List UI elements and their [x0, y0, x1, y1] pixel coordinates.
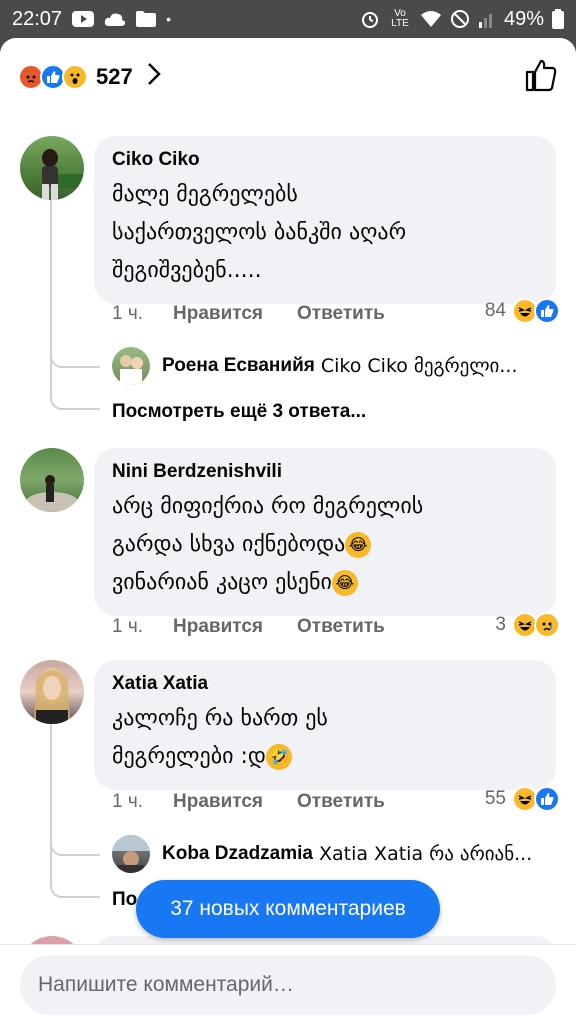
- comment-actions: 1 ч. Нравится Ответить: [112, 616, 385, 638]
- avatar[interactable]: [20, 448, 84, 512]
- reply-author[interactable]: Koba Dzadzamia: [162, 843, 313, 865]
- comment-time[interactable]: 1 ч.: [112, 303, 143, 325]
- reply-text: Xatia Xatia რა არიან...: [318, 843, 533, 865]
- reactions-header[interactable]: 527: [0, 38, 576, 116]
- view-more-replies[interactable]: Посмотреть ещё 3 ответа...: [112, 401, 366, 423]
- cloud-icon: [104, 13, 126, 26]
- comment-time[interactable]: 1 ч.: [112, 616, 143, 638]
- folder-icon: [136, 11, 157, 27]
- comment-line-text: გარდა სხვა იქნებოდა￼: [112, 532, 346, 557]
- laughing-emoji-icon: 😂: [331, 570, 358, 596]
- comment-text: კალოჩე რა ხართ ეს მეგრელები :დ 🤣: [112, 700, 538, 776]
- comment-line: მალე მეგრელებს: [112, 182, 298, 207]
- comment-author[interactable]: Nini Berdzenishvili: [112, 460, 538, 484]
- reaction-count: 3: [495, 614, 506, 635]
- comment-time[interactable]: 1 ч.: [112, 791, 143, 813]
- comment-line: გარდა სხვა იქნებოდა￼ 😂: [112, 526, 538, 564]
- reaction-counter[interactable]: 55: [484, 786, 560, 812]
- new-comments-button[interactable]: 37 новых комментариев: [136, 880, 440, 938]
- status-bar: 22:07 • Vo LTE 49%: [0, 0, 576, 38]
- reply-button[interactable]: Ответить: [297, 791, 385, 813]
- no-sim-icon: [450, 10, 469, 28]
- chevron-right-icon: [147, 62, 161, 93]
- dot-icon: •: [166, 11, 171, 27]
- thread-connector: [50, 370, 100, 410]
- like-comment-button[interactable]: Нравится: [173, 616, 263, 638]
- sad-icon: [534, 612, 560, 638]
- thread-connector: [50, 816, 100, 856]
- signal-icon: [478, 14, 492, 28]
- wow-icon: [62, 64, 88, 90]
- clock: 22:07: [12, 7, 63, 30]
- avatar[interactable]: [20, 136, 84, 200]
- comment-author[interactable]: Ciko Ciko: [112, 148, 538, 172]
- reply-author[interactable]: Роена Есванийя: [162, 355, 315, 377]
- comment-text: არც მიფიქრია რო მეგრელის გარდა სხვა იქნე…: [112, 488, 538, 602]
- composer-bar: Напишите комментарий…: [0, 944, 576, 1024]
- comment-line: არც მიფიქრია რო მეგრელის: [112, 494, 424, 519]
- reactions-count: 527: [96, 64, 133, 89]
- reaction-icons: [18, 64, 88, 90]
- reply-button[interactable]: Ответить: [297, 616, 385, 638]
- reaction-counter[interactable]: 84: [484, 298, 560, 324]
- comment-text: მალე მეგრელებს საქართველოს ბანკში აღარ შ…: [112, 176, 538, 290]
- comment-input[interactable]: Напишите комментарий…: [20, 955, 556, 1015]
- thread-connector: [50, 328, 100, 368]
- reply-preview[interactable]: Роена Есванийя Ciko Ciko მეგრელი...: [112, 347, 552, 385]
- status-left: 22:07 •: [12, 8, 171, 31]
- like-post-button[interactable]: [524, 58, 558, 97]
- laughing-emoji-icon: 😂: [345, 532, 372, 558]
- comments-sheet: 527 Ciko Ciko მალე მეგრელებს საქართველოს…: [0, 38, 576, 1024]
- comment-line-text: ვინარიან კაცო ესენი: [112, 570, 332, 595]
- comment-line-text: მეგრელები :დ: [112, 744, 266, 769]
- thumbs-up-icon: [525, 59, 557, 91]
- reply-preview[interactable]: Koba Dzadzamia Xatia Xatia რა არიან...: [112, 835, 552, 873]
- avatar[interactable]: [20, 660, 84, 724]
- reply-button[interactable]: Ответить: [297, 303, 385, 325]
- reply-avatar[interactable]: [112, 347, 150, 385]
- comment-line: კალოჩე რა ხართ ეს: [112, 706, 328, 731]
- comment-bubble[interactable]: Xatia Xatia კალოჩე რა ხართ ეს მეგრელები …: [94, 660, 556, 790]
- battery-icon: [552, 9, 564, 29]
- comment-bubble[interactable]: Ciko Ciko მალე მეგრელებს საქართველოს ბან…: [94, 136, 556, 304]
- like-comment-button[interactable]: Нравится: [173, 791, 263, 813]
- rolling-laughing-emoji-icon: 🤣: [265, 744, 292, 770]
- comment-author[interactable]: Xatia Xatia: [112, 672, 538, 696]
- wifi-icon: [420, 11, 441, 27]
- reply-text: Ciko Ciko მეგრელი...: [320, 355, 518, 377]
- like-icon: [534, 298, 560, 324]
- comment-line: მეგრელები :დ 🤣: [112, 738, 538, 776]
- alarm-icon: [361, 12, 378, 28]
- comment-actions: 1 ч. Нравится Ответить: [112, 303, 385, 325]
- reaction-count: 55: [484, 788, 506, 809]
- reply-avatar[interactable]: [112, 835, 150, 873]
- comment-bubble[interactable]: Nini Berdzenishvili არც მიფიქრია რო მეგრ…: [94, 448, 556, 616]
- comment-actions: 1 ч. Нравится Ответить: [112, 791, 385, 813]
- thread-connector: [50, 858, 100, 898]
- comment-line: საქართველოს ბანკში აღარ: [112, 220, 407, 245]
- reaction-count: 84: [484, 300, 506, 321]
- view-more-replies[interactable]: По: [112, 889, 137, 911]
- battery-percent: 49%: [503, 7, 544, 30]
- like-icon: [534, 786, 560, 812]
- youtube-icon: [72, 11, 95, 27]
- comment-line: შეგიშვებენ.....: [112, 258, 262, 283]
- reaction-counter[interactable]: 3: [495, 612, 560, 638]
- comment-line: ვინარიან კაცო ესენი 😂: [112, 564, 538, 602]
- status-right: Vo LTE 49%: [360, 8, 564, 31]
- like-comment-button[interactable]: Нравится: [173, 303, 263, 325]
- volte-label: Vo LTE: [391, 8, 409, 29]
